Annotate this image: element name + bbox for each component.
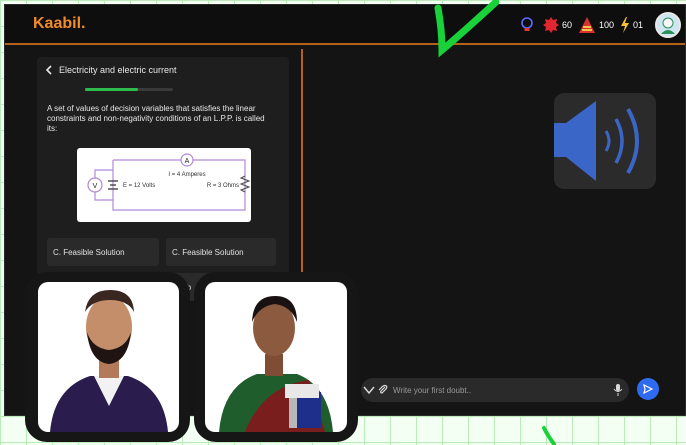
stat-trophy-value: 100	[598, 20, 614, 30]
chat-input-bar	[361, 378, 629, 402]
lesson-panel: Electricity and electric current A set o…	[37, 57, 289, 301]
stat-bolt[interactable]: 01	[620, 17, 643, 33]
option-2[interactable]: C. Feasible Solution	[166, 238, 276, 266]
chevron-down-icon[interactable]	[363, 385, 375, 395]
top-bar: Kaabil. 60 100 01	[5, 5, 685, 45]
tutor-video-male[interactable]	[25, 272, 190, 442]
green-scribble-top	[434, 0, 500, 58]
profile-avatar[interactable]	[655, 12, 681, 38]
microphone-icon[interactable]	[613, 384, 623, 396]
green-scribble-bottom	[542, 426, 556, 445]
stat-badge-value: 60	[561, 20, 572, 30]
stat-badge[interactable]: 60	[542, 17, 572, 33]
badge-icon	[542, 17, 559, 33]
current-label: I = 4 Amperes	[168, 172, 205, 178]
panel-divider	[301, 49, 303, 307]
stat-bolt-value: 01	[632, 20, 643, 30]
stat-trophy[interactable]: 100	[578, 17, 614, 33]
female-tutor-avatar	[219, 296, 333, 432]
send-icon	[643, 384, 653, 394]
stats-bar: 60 100 01	[520, 5, 685, 45]
option-1[interactable]: C. Feasible Solution	[47, 238, 159, 266]
circuit-diagram: A I = 4 Amperes V E = 12 Volts R = 3 Ohm…	[77, 148, 251, 222]
voltmeter-label: V	[93, 183, 98, 190]
resistance-label: R = 3 Ohms	[207, 183, 239, 189]
ammeter-label: A	[185, 158, 190, 165]
lesson-header[interactable]: Electricity and electric current	[45, 65, 177, 75]
tutor-frame-female	[205, 282, 347, 432]
stat-bulb[interactable]	[520, 17, 537, 33]
tutor-frame-male	[38, 282, 179, 432]
doubt-input[interactable]	[393, 385, 593, 395]
voltage-label: E = 12 Volts	[123, 183, 155, 189]
speaker-icon	[550, 101, 639, 181]
circuit-svg: A I = 4 Amperes V E = 12 Volts R = 3 Ohm…	[87, 153, 251, 211]
tutor-video-female[interactable]	[194, 272, 358, 442]
bolt-icon	[620, 17, 629, 33]
lesson-progress-fill	[85, 88, 138, 91]
question-text: A set of values of decision variables th…	[47, 104, 265, 133]
user-avatar-icon	[661, 17, 675, 34]
chevron-left-icon[interactable]	[45, 65, 53, 75]
attachment-icon[interactable]	[377, 384, 389, 396]
trophy-icon	[578, 17, 595, 33]
send-button[interactable]	[637, 378, 659, 400]
bulb-icon	[521, 17, 533, 31]
speaker-overlay[interactable]	[550, 93, 656, 189]
brand-logo[interactable]: Kaabil.	[33, 15, 85, 33]
male-tutor-avatar	[50, 290, 168, 432]
lesson-title: Electricity and electric current	[59, 65, 177, 75]
lesson-progress-bar	[85, 88, 173, 91]
